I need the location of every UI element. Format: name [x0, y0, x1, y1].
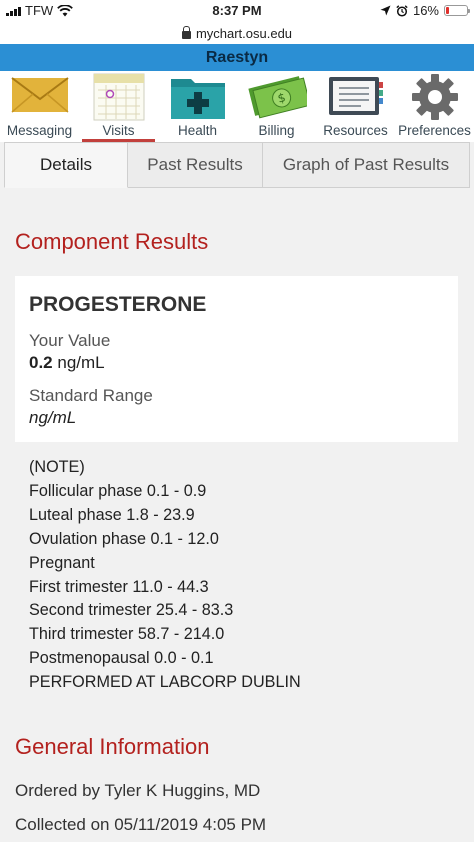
collected-on: Collected on 05/11/2019 4:05 PM: [15, 815, 267, 834]
note-line: Luteal phase 1.8 - 23.9: [29, 505, 195, 524]
nav-label: Billing: [258, 123, 295, 138]
tab-past-results[interactable]: Past Results: [128, 142, 263, 188]
note-line: Postmenopausal 0.0 - 0.1: [29, 649, 214, 668]
value-unit: ng/mL: [57, 353, 105, 372]
money-icon: $: [247, 76, 307, 119]
envelope-icon: [10, 77, 69, 113]
nav-label: Resources: [323, 123, 388, 138]
location-arrow-icon: [380, 5, 391, 16]
result-tabs: Details Past Results Graph of Past Resul…: [4, 142, 470, 188]
ordered-by: Ordered by Tyler K Huggins, MD: [15, 781, 261, 800]
battery-percent: 16%: [412, 3, 439, 18]
nav-label: Preferences: [398, 123, 471, 138]
nav-item-resources[interactable]: Resources: [316, 71, 395, 142]
nav-item-visits[interactable]: Visits: [79, 71, 158, 142]
nav-label: Messaging: [6, 123, 73, 138]
standard-range-unit: ng/mL: [29, 408, 77, 427]
general-information-heading: General Information: [15, 734, 210, 759]
note-line: Follicular phase 0.1 - 0.9: [29, 481, 207, 500]
result-card: PROGESTERONE Your Value 0.2 ng/mL Standa…: [15, 276, 458, 442]
your-value-label: Your Value: [29, 331, 111, 350]
patient-name: Raestyn: [205, 48, 269, 66]
standard-range-label: Standard Range: [29, 386, 153, 405]
lock-icon: [181, 25, 191, 39]
note-line: (NOTE): [29, 458, 85, 476]
note-line: Third trimester 58.7 - 214.0: [29, 625, 225, 644]
gear-icon: [411, 74, 458, 120]
note-line: Second trimester 25.4 - 83.3: [29, 601, 234, 620]
note-line: PERFORMED AT LABCORP DUBLIN: [29, 673, 301, 692]
main-nav: Messaging Visits Health $ Billing Resour…: [0, 71, 474, 142]
battery-icon: [444, 5, 470, 16]
nav-label: Visits: [102, 123, 135, 138]
binder-icon: [328, 77, 383, 115]
calendar-icon: [93, 73, 144, 121]
nav-item-health[interactable]: Health: [158, 71, 237, 142]
url-text: mychart.osu.edu: [195, 25, 293, 41]
nav-label: Health: [177, 123, 218, 138]
note-line: Ovulation phase 0.1 - 12.0: [29, 529, 219, 548]
medical-folder-icon: [170, 79, 225, 119]
result-notes: (NOTE) Follicular phase 0.1 - 0.9 Luteal…: [29, 456, 301, 695]
patient-header: Raestyn: [0, 44, 474, 71]
value-number: 0.2: [29, 353, 53, 372]
nav-item-messaging[interactable]: Messaging: [0, 71, 79, 142]
your-value: 0.2 ng/mL: [29, 353, 105, 373]
component-results-heading: Component Results: [15, 229, 209, 254]
tab-details[interactable]: Details: [4, 142, 128, 188]
url-bar[interactable]: mychart.osu.edu: [0, 22, 474, 44]
component-name: PROGESTERONE: [29, 293, 207, 316]
status-bar: TFW 8:37 PM 16%: [0, 0, 474, 22]
note-line: First trimester 11.0 - 44.3: [29, 577, 209, 596]
nav-item-preferences[interactable]: Preferences: [395, 71, 474, 142]
nav-item-billing[interactable]: $ Billing: [237, 71, 316, 142]
tab-graph-past-results[interactable]: Graph of Past Results: [263, 142, 470, 188]
alarm-icon: [396, 4, 408, 17]
note-line: Pregnant: [29, 553, 95, 572]
